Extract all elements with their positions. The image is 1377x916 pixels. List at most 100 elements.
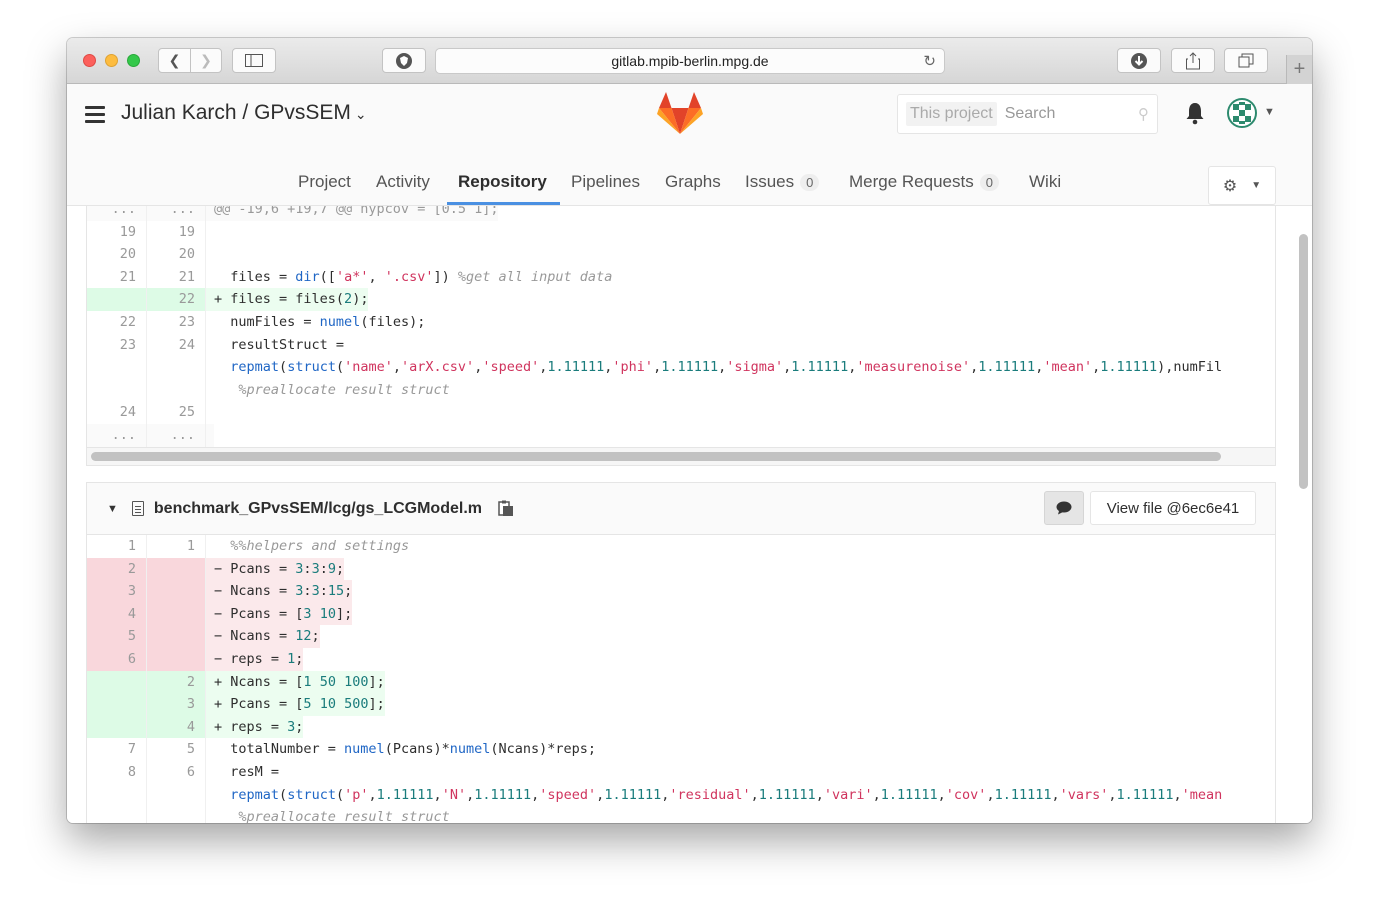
zoom-window-button[interactable] <box>127 54 140 67</box>
old-line-number[interactable] <box>87 670 147 694</box>
tab-pipelines[interactable]: Pipelines <box>571 172 640 192</box>
tab-project[interactable]: Project <box>298 172 351 192</box>
old-line-number[interactable]: 3 <box>87 580 147 603</box>
old-line-number[interactable]: 21 <box>87 265 147 289</box>
old-line-number[interactable]: 7 <box>87 738 147 761</box>
close-window-button[interactable] <box>83 54 96 67</box>
new-tab-button[interactable]: + <box>1286 55 1312 84</box>
code-line: totalNumber = numel(Pcans)*numel(Ncans)*… <box>214 741 597 758</box>
tab-wiki[interactable]: Wiki <box>1029 172 1061 192</box>
new-line-number[interactable] <box>147 602 206 626</box>
new-line-number[interactable] <box>147 806 206 823</box>
code-line: − Ncans = 12; <box>206 625 320 648</box>
old-line-number[interactable] <box>87 693 147 716</box>
downloads-button[interactable] <box>1117 48 1161 73</box>
new-line-number[interactable]: ... <box>147 423 206 447</box>
sidebar-toggle-button[interactable] <box>232 48 276 73</box>
forward-button[interactable]: ❯ <box>189 49 221 72</box>
new-line-number[interactable] <box>147 356 206 379</box>
new-line-number[interactable]: 24 <box>147 333 206 357</box>
address-bar[interactable]: gitlab.mpib-berlin.mpg.de ↻ <box>435 48 945 74</box>
old-line-number[interactable] <box>87 806 147 823</box>
new-line-number[interactable] <box>147 580 206 603</box>
old-line-number[interactable]: 22 <box>87 310 147 334</box>
new-line-number[interactable]: 3 <box>147 693 206 716</box>
new-line-number[interactable]: 2 <box>147 670 206 694</box>
context-line-row: 86 resM = <box>87 760 1275 784</box>
old-line-number[interactable]: 1 <box>87 535 147 558</box>
new-line-number[interactable] <box>147 647 206 671</box>
tab-merge-requests[interactable]: Merge Requests 0 <box>849 172 999 192</box>
old-line-number[interactable]: 5 <box>87 625 147 648</box>
new-line-number[interactable]: 20 <box>147 243 206 266</box>
context-line-row: 22 23 numFiles = numel(files); <box>87 310 1275 334</box>
new-line-number[interactable]: 1 <box>147 535 206 558</box>
old-line-number[interactable] <box>87 378 147 402</box>
old-line-number[interactable]: 4 <box>87 602 147 626</box>
old-line-number[interactable]: 2 <box>87 557 147 581</box>
old-line-number[interactable] <box>87 715 147 739</box>
old-line-number[interactable] <box>87 783 147 807</box>
tab-graphs[interactable]: Graphs <box>665 172 721 192</box>
tab-issues[interactable]: Issues 0 <box>745 172 820 192</box>
scrollbar-thumb[interactable] <box>91 451 1221 461</box>
code-line: repmat(struct('name','arX.csv','speed',1… <box>230 359 1223 376</box>
old-line-number[interactable]: 8 <box>87 760 147 784</box>
avatar[interactable] <box>1227 98 1257 128</box>
new-line-number[interactable] <box>147 625 206 648</box>
old-line-number[interactable]: 6 <box>87 647 147 671</box>
project-title[interactable]: Julian Karch / GPvsSEM ⌄ <box>121 101 367 125</box>
old-line-number[interactable]: 23 <box>87 333 147 357</box>
old-line-number[interactable] <box>87 356 147 379</box>
plus-icon: + <box>1293 58 1306 80</box>
vertical-scrollbar-thumb[interactable] <box>1299 234 1308 489</box>
tab-activity[interactable]: Activity <box>376 172 430 192</box>
new-line-number[interactable]: 6 <box>147 760 206 784</box>
new-line-number[interactable]: 25 <box>147 401 206 424</box>
new-line-number[interactable]: 21 <box>147 265 206 289</box>
removed-line-row: 2 − Pcans = 3:3:9; <box>87 557 1275 581</box>
new-line-number[interactable]: 22 <box>147 288 206 311</box>
new-line-number[interactable]: 4 <box>147 715 206 739</box>
minimize-window-button[interactable] <box>105 54 118 67</box>
search-scope-label: This project <box>906 102 997 126</box>
caret-down-icon[interactable]: ▼ <box>1264 106 1275 118</box>
back-button[interactable]: ❮ <box>159 49 190 72</box>
toggle-comments-button[interactable] <box>1044 491 1084 525</box>
new-line-number[interactable]: 23 <box>147 310 206 334</box>
added-line-row: 4 + reps = 3; <box>87 715 1275 739</box>
chevron-down-icon: ⌄ <box>354 106 367 122</box>
file-header: ▼ benchmark_GPvsSEM/lcg/gs_LCGModel.m Vi… <box>87 483 1275 535</box>
share-button[interactable] <box>1171 48 1215 73</box>
new-line-number[interactable] <box>147 378 206 402</box>
project-settings-button[interactable]: ⚙ ▼ <box>1208 166 1276 205</box>
old-line-number[interactable]: 20 <box>87 243 147 266</box>
new-line-number[interactable] <box>147 783 206 807</box>
reload-icon[interactable]: ↻ <box>923 52 936 70</box>
old-line-number[interactable]: 24 <box>87 401 147 424</box>
new-line-number[interactable] <box>147 557 206 581</box>
show-tabs-button[interactable] <box>1224 48 1268 73</box>
tab-repository[interactable]: Repository <box>458 172 547 192</box>
bell-icon[interactable] <box>1184 101 1206 125</box>
added-line-row: 3 + Pcans = [5 10 500]; <box>87 693 1275 716</box>
privacy-button[interactable] <box>382 48 426 73</box>
removed-line-row: 6 − reps = 1; <box>87 647 1275 671</box>
context-line-row: ...... <box>87 423 1275 447</box>
new-line-number[interactable]: 19 <box>147 220 206 244</box>
gitlab-logo-icon[interactable] <box>657 92 703 134</box>
copy-icon[interactable] <box>498 500 514 517</box>
new-line-number[interactable]: 5 <box>147 738 206 761</box>
old-line-number[interactable]: 19 <box>87 220 147 244</box>
code-line: %preallocate result struct <box>238 381 450 398</box>
hamburger-menu-icon[interactable] <box>85 106 105 127</box>
horizontal-scrollbar[interactable] <box>87 446 1275 465</box>
search-input[interactable]: This project Search ⚲ <box>897 94 1158 134</box>
collapse-caret-icon[interactable]: ▼ <box>107 503 118 515</box>
view-file-button[interactable]: View file @6ec6e41 <box>1090 491 1256 525</box>
old-line-number[interactable]: ... <box>87 423 147 447</box>
old-line-number[interactable] <box>87 288 147 311</box>
context-line-row: 24 25 <box>87 401 1275 424</box>
sidebar-icon <box>245 54 263 67</box>
search-icon: ⚲ <box>1138 106 1149 123</box>
